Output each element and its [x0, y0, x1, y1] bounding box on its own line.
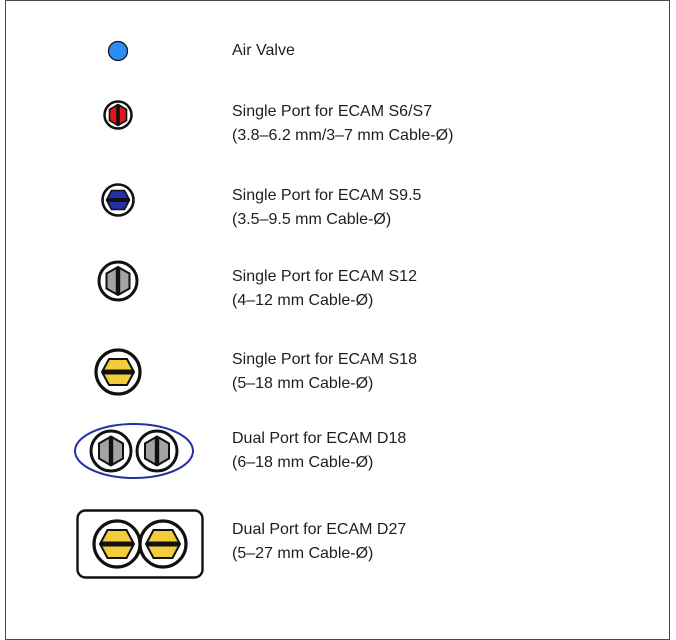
legend-item-subtitle: (5–27 mm Cable-Ø) — [232, 545, 374, 562]
legend-item-title: Single Port for ECAM S18 — [232, 351, 417, 368]
single-port-s9-5-icon — [101, 183, 135, 217]
legend-item-title: Air Valve — [232, 42, 295, 59]
legend-item-air-valve: Air Valve — [232, 39, 295, 63]
dual-port-d27-icon — [76, 509, 204, 579]
legend-item-subtitle: (4–12 mm Cable-Ø) — [232, 292, 374, 309]
air-valve-icon — [107, 40, 129, 62]
legend-item-subtitle: (6–18 mm Cable-Ø) — [232, 454, 374, 471]
legend-item-subtitle: (3.8–6.2 mm/3–7 mm Cable-Ø) — [232, 127, 454, 144]
legend-item-s12: Single Port for ECAM S12 (4–12 mm Cable-… — [232, 265, 417, 313]
legend-item-s18: Single Port for ECAM S18 (5–18 mm Cable-… — [232, 348, 417, 396]
legend-item-title: Single Port for ECAM S6/S7 — [232, 103, 433, 120]
legend-item-title: Single Port for ECAM S12 — [232, 268, 417, 285]
single-port-s18-icon — [94, 348, 142, 396]
legend-item-d18: Dual Port for ECAM D18 (6–18 mm Cable-Ø) — [232, 427, 406, 475]
single-port-s6-s7-icon — [103, 100, 133, 130]
legend-item-title: Dual Port for ECAM D18 — [232, 430, 407, 447]
single-port-s12-icon — [97, 260, 139, 302]
dual-port-d18-icon — [72, 421, 196, 481]
legend-item-subtitle: (5–18 mm Cable-Ø) — [232, 375, 374, 392]
legend-item-s6-s7: Single Port for ECAM S6/S7 (3.8–6.2 mm/3… — [232, 100, 453, 148]
legend-item-d27: Dual Port for ECAM D27 (5–27 mm Cable-Ø) — [232, 518, 406, 566]
legend-item-title: Single Port for ECAM S9.5 — [232, 187, 422, 204]
legend-item-subtitle: (3.5–9.5 mm Cable-Ø) — [232, 211, 392, 228]
legend-item-title: Dual Port for ECAM D27 — [232, 521, 407, 538]
legend-frame: Air Valve Single Port for ECAM S6/S7 (3.… — [5, 0, 670, 640]
legend-item-s9-5: Single Port for ECAM S9.5 (3.5–9.5 mm Ca… — [232, 184, 421, 232]
